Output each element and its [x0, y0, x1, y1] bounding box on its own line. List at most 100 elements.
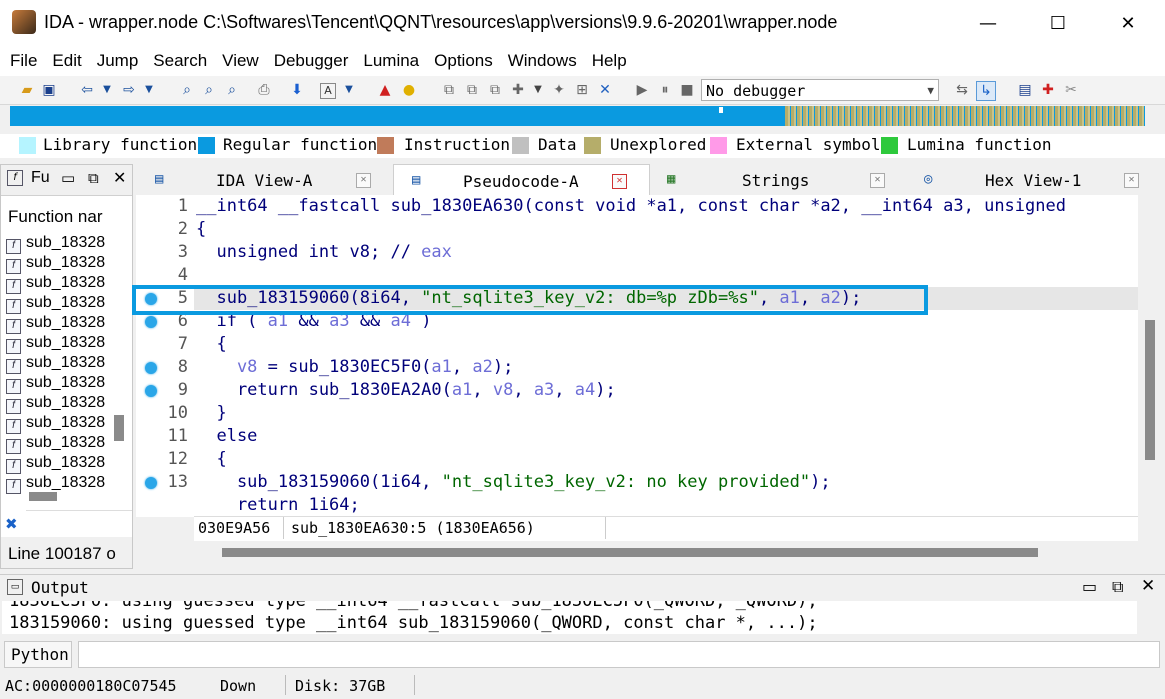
struct-icon[interactable]: ⧉ [440, 81, 458, 99]
pause-icon[interactable]: ⏸ [656, 81, 674, 99]
back-arrow-icon[interactable]: ⇦ [78, 81, 96, 99]
code-horizontal-scroll-thumb[interactable] [222, 548, 1038, 557]
trace-icon[interactable]: ✂ [1062, 81, 1080, 99]
code-line-14[interactable]: return 1i64; [196, 495, 360, 515]
text-font-icon[interactable]: A [320, 83, 336, 99]
maximize-button[interactable]: ☐ [1023, 0, 1093, 46]
breakpoint-icon[interactable]: ✚ [1039, 81, 1057, 99]
panel-window-icon[interactable]: ▭ [61, 169, 75, 187]
function-list-item[interactable]: f sub_18328 [6, 454, 111, 474]
breakpoint-dot-icon[interactable] [145, 477, 157, 489]
code-var: a1 [451, 380, 473, 400]
function-list-item[interactable]: f sub_18328 [6, 254, 111, 274]
debugger-select[interactable]: No debugger ▼ [701, 79, 939, 101]
function-list-item[interactable]: f sub_18328 [6, 434, 111, 454]
print-icon[interactable]: ⎙ [255, 81, 273, 99]
lumina-bulb-icon[interactable]: ● [400, 81, 418, 99]
registers-icon[interactable]: ▤ [1016, 81, 1034, 99]
menu-debugger[interactable]: Debugger [269, 46, 354, 76]
tab-pseudocode-a[interactable]: ▤ Pseudocode-A ✕ [393, 164, 650, 195]
panel-float-icon[interactable]: ⧉ [88, 169, 99, 187]
warning-icon[interactable]: ▲ [376, 81, 394, 99]
breakpoint-dot-icon[interactable] [145, 385, 157, 397]
tab-hex-view-1[interactable]: ◎ Hex View-1 ✕ [905, 164, 1165, 195]
function-list-item[interactable]: f sub_18328 [6, 374, 111, 394]
function-list-item[interactable]: f sub_18328 [6, 274, 111, 294]
function-list-item[interactable]: f sub_18328 [6, 394, 111, 414]
code-line-13[interactable]: sub_183159060(1i64, "nt_sqlite3_key_v2: … [196, 472, 831, 492]
menu-jump[interactable]: Jump [92, 46, 144, 76]
function-list-item[interactable]: f sub_18328 [6, 414, 111, 434]
output-log[interactable]: 1830EC5F0: using guessed type __int64 __… [2, 601, 1137, 634]
plus-dropdown-icon[interactable]: ▼ [529, 81, 547, 99]
enum-icon[interactable]: ⧉ [463, 81, 481, 99]
font-dropdown-icon[interactable]: ▼ [340, 81, 358, 99]
function-list-item[interactable]: f sub_18328 [6, 354, 111, 374]
code-line-10[interactable]: } [196, 403, 226, 423]
menu-lumina[interactable]: Lumina [358, 46, 424, 76]
tab-close-icon[interactable]: ✕ [870, 173, 885, 188]
tab-close-icon[interactable]: ✕ [612, 174, 627, 189]
function-list-item[interactable]: f sub_18328 [6, 334, 111, 354]
chevron-down-icon: ▼ [927, 84, 934, 97]
breakpoint-dot-icon[interactable] [145, 362, 157, 374]
function-list-item[interactable]: f sub_18328 [6, 474, 111, 494]
patch-icon[interactable]: ✦ [550, 81, 568, 99]
cross-icon[interactable]: ✕ [596, 81, 614, 99]
func-icon[interactable]: ⧉ [486, 81, 504, 99]
graph-icon[interactable]: ⊞ [573, 81, 591, 99]
function-list-item[interactable]: f sub_18328 [6, 294, 111, 314]
code-line-2[interactable]: { [196, 219, 206, 239]
menu-file[interactable]: File [5, 46, 42, 76]
search-text-icon[interactable]: ⌕ [200, 81, 218, 99]
menu-help[interactable]: Help [587, 46, 632, 76]
search-binary-icon[interactable]: ⌕ [178, 81, 196, 99]
tab-ida-view-a[interactable]: ▤ IDA View-A ✕ [140, 164, 390, 195]
minimize-button[interactable]: — [953, 0, 1023, 46]
save-icon[interactable]: ▣ [40, 81, 58, 99]
tab-strings[interactable]: ▦ Strings ✕ [652, 164, 902, 195]
tab-close-icon[interactable]: ✕ [1124, 173, 1139, 188]
functions-vertical-scrollbar[interactable] [114, 415, 124, 441]
code-line-7[interactable]: { [196, 334, 226, 354]
forward-arrow-icon[interactable]: ⇨ [120, 81, 138, 99]
code-line-1[interactable]: __int64 __fastcall sub_1830EA630(const v… [196, 196, 1066, 216]
plus-icon[interactable]: ✚ [509, 81, 527, 99]
tab-close-icon[interactable]: ✕ [356, 173, 371, 188]
open-folder-icon[interactable]: ▰ [18, 81, 36, 99]
function-name-column-header[interactable]: Function nar [8, 207, 108, 227]
panel-close-icon[interactable]: ✕ [113, 168, 126, 187]
navigation-band-unexplored[interactable] [785, 106, 1145, 126]
menu-windows[interactable]: Windows [503, 46, 582, 76]
forward-dropdown-icon[interactable]: ▼ [140, 81, 158, 99]
pseudocode-view[interactable]: 1 2 3 4 5 6 7 8 9 10 11 12 13 __int64 __fastcall sub… [136, 195, 1138, 517]
function-list-item[interactable]: f sub_18328 [6, 314, 111, 334]
menu-options[interactable]: Options [429, 46, 498, 76]
output-float-icon[interactable]: ⧉ [1112, 577, 1123, 597]
code-line-11[interactable]: else [196, 426, 257, 446]
output-window-icon[interactable]: ▭ [1082, 577, 1097, 596]
menu-search[interactable]: Search [148, 46, 212, 76]
menu-view[interactable]: View [217, 46, 264, 76]
code-line-3[interactable]: unsigned int v8; // eax [196, 242, 451, 262]
code-line-9[interactable]: return sub_1830EA2A0(a1, v8, a3, a4); [196, 380, 616, 400]
function-filter-input[interactable] [26, 510, 132, 538]
filter-clear-icon[interactable]: ✖ [5, 515, 18, 533]
function-list-item[interactable]: f sub_18328 [6, 234, 111, 254]
attach-icon[interactable]: ⇆ [953, 81, 971, 99]
search-immediate-icon[interactable]: ⌕ [223, 81, 241, 99]
stop-icon[interactable]: ■ [678, 81, 696, 99]
python-language-button[interactable]: Python [4, 641, 72, 668]
output-close-icon[interactable]: ✕ [1141, 576, 1155, 596]
python-command-input[interactable] [78, 641, 1160, 668]
code-line-12[interactable]: { [196, 449, 226, 469]
code-line-8[interactable]: v8 = sub_1830EC5F0(a1, a2); [196, 357, 513, 377]
jump-down-icon[interactable]: ⬇ [288, 81, 306, 99]
code-vertical-scroll-thumb[interactable] [1145, 320, 1155, 460]
run-icon[interactable]: ▶ [633, 81, 651, 99]
back-dropdown-icon[interactable]: ▼ [98, 81, 116, 99]
menu-edit[interactable]: Edit [47, 46, 86, 76]
detach-icon[interactable]: ↳ [976, 81, 996, 101]
breakpoint-dot-icon[interactable] [145, 316, 157, 328]
close-button[interactable]: ✕ [1093, 0, 1163, 46]
